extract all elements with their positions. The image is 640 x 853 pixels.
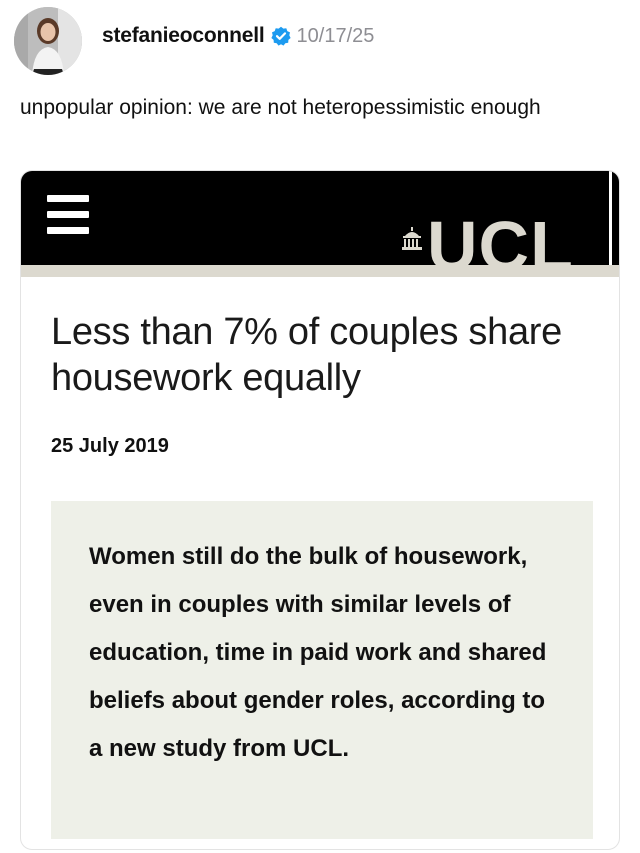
verified-badge-icon — [270, 26, 291, 46]
post-header: stefanieoconnell 10/17/25 — [14, 6, 374, 76]
header-divider — [609, 171, 612, 265]
header-stripe — [21, 265, 619, 277]
avatar[interactable] — [14, 7, 82, 75]
article-summary: Women still do the bulk of housework, ev… — [89, 543, 547, 762]
username[interactable]: stefanieoconnell — [102, 24, 265, 48]
avatar-photo — [14, 7, 82, 75]
post-timestamp: 10/17/25 — [296, 24, 375, 47]
portico-icon — [402, 227, 422, 250]
username-row: stefanieoconnell 10/17/25 — [102, 24, 374, 48]
article-card[interactable]: UCL Less than 7% of couples share housew… — [20, 170, 620, 850]
ucl-header-bar: UCL — [21, 171, 619, 277]
summary-box: Women still do the bulk of housework, ev… — [51, 501, 593, 839]
article-headline: Less than 7% of couples share housework … — [51, 311, 562, 399]
hamburger-menu-icon[interactable] — [47, 195, 89, 235]
article-date: 25 July 2019 — [51, 435, 169, 457]
post-caption: unpopular opinion: we are not heteropess… — [20, 96, 541, 119]
